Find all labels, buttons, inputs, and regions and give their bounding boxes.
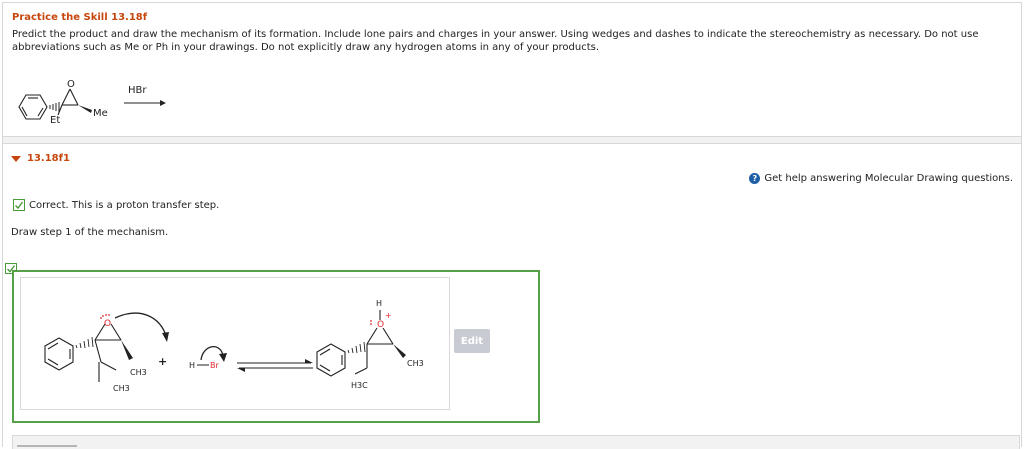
reactant-epoxide: [94, 323, 122, 382]
feedback-message: Correct. This is a proton transfer step.: [13, 199, 219, 211]
help-link-text: Get help answering Molecular Drawing que…: [764, 173, 1013, 184]
forward-arrow-icon: [305, 359, 313, 363]
skill-title: Practice the Skill 13.18f: [12, 12, 148, 23]
caret-down-icon: [11, 155, 21, 162]
next-section-label: [17, 445, 77, 447]
ethyl-label: Et: [50, 115, 60, 126]
reverse-arrow-icon: [237, 368, 245, 372]
reaction-arrow-icon: [160, 100, 166, 106]
checkmark-icon: [13, 199, 25, 211]
plus-sign: +: [158, 355, 167, 368]
product-hashed-bond: [347, 341, 366, 354]
help-icon: ?: [749, 173, 761, 184]
step-prompt: Draw step 1 of the mechanism.: [11, 227, 169, 238]
mechanism-drawing-svg: O CH3 CH3 + H Br H O + CH3 H3C: [44, 299, 424, 393]
reaction-scheme: O Et Me HBr: [12, 75, 182, 135]
part-section: 13.18f1 ? Get help answering Molecular D…: [3, 145, 1021, 449]
help-link[interactable]: ? Get help answering Molecular Drawing q…: [749, 173, 1013, 184]
reactant-ch3-a: CH3: [130, 368, 147, 377]
reactant-ch3-b: CH3: [113, 384, 130, 393]
part-toggle[interactable]: 13.18f1: [11, 153, 70, 164]
hashed-bond: [49, 102, 60, 112]
reagent-label: HBr: [128, 85, 147, 96]
curved-arrow-head-icon: [162, 332, 169, 342]
problem-header: Practice the Skill 13.18f Predict the pr…: [3, 3, 1021, 137]
curved-arrow-head-br-icon: [219, 353, 227, 362]
curved-arrow-bond-to-br: [200, 346, 224, 361]
part-label: 13.18f1: [27, 153, 70, 164]
reactant-oxygen: O: [104, 319, 111, 329]
product-oxygen: O: [377, 320, 384, 330]
edit-button[interactable]: Edit: [454, 329, 490, 353]
hbr-hydrogen: H: [189, 361, 195, 370]
next-section-strip: [12, 435, 1020, 449]
epoxide-oxygen: O: [67, 79, 75, 90]
reactant-benzene-ring: [44, 337, 74, 371]
mechanism-drawing: O CH3 CH3 + H Br H O + CH3 H3C: [20, 277, 450, 410]
reaction-scheme-drawing: O Et Me HBr: [18, 79, 166, 126]
product-wedge-bond: [393, 344, 406, 358]
feedback-text: Correct. This is a proton transfer step.: [29, 199, 220, 211]
reactant-hashed-bond: [75, 336, 94, 349]
hbr-bromine: Br: [210, 361, 219, 370]
reactant-wedge-bond: [121, 340, 133, 360]
product-h3c: H3C: [351, 381, 368, 390]
wedge-bond: [78, 105, 92, 113]
product-hydrogen: H: [376, 299, 382, 308]
instructions-text: Predict the product and draw the mechani…: [12, 29, 979, 53]
product-ch3: CH3: [407, 359, 424, 368]
benzene-ring: [18, 94, 48, 120]
epoxide-ring: [57, 88, 79, 116]
product-benzene-ring: [316, 343, 346, 377]
oxonium-charge: +: [385, 311, 392, 320]
section-divider: [3, 137, 1021, 144]
methyl-label: Me: [93, 108, 108, 119]
curved-arrow-oxygen-to-h: [114, 312, 167, 337]
